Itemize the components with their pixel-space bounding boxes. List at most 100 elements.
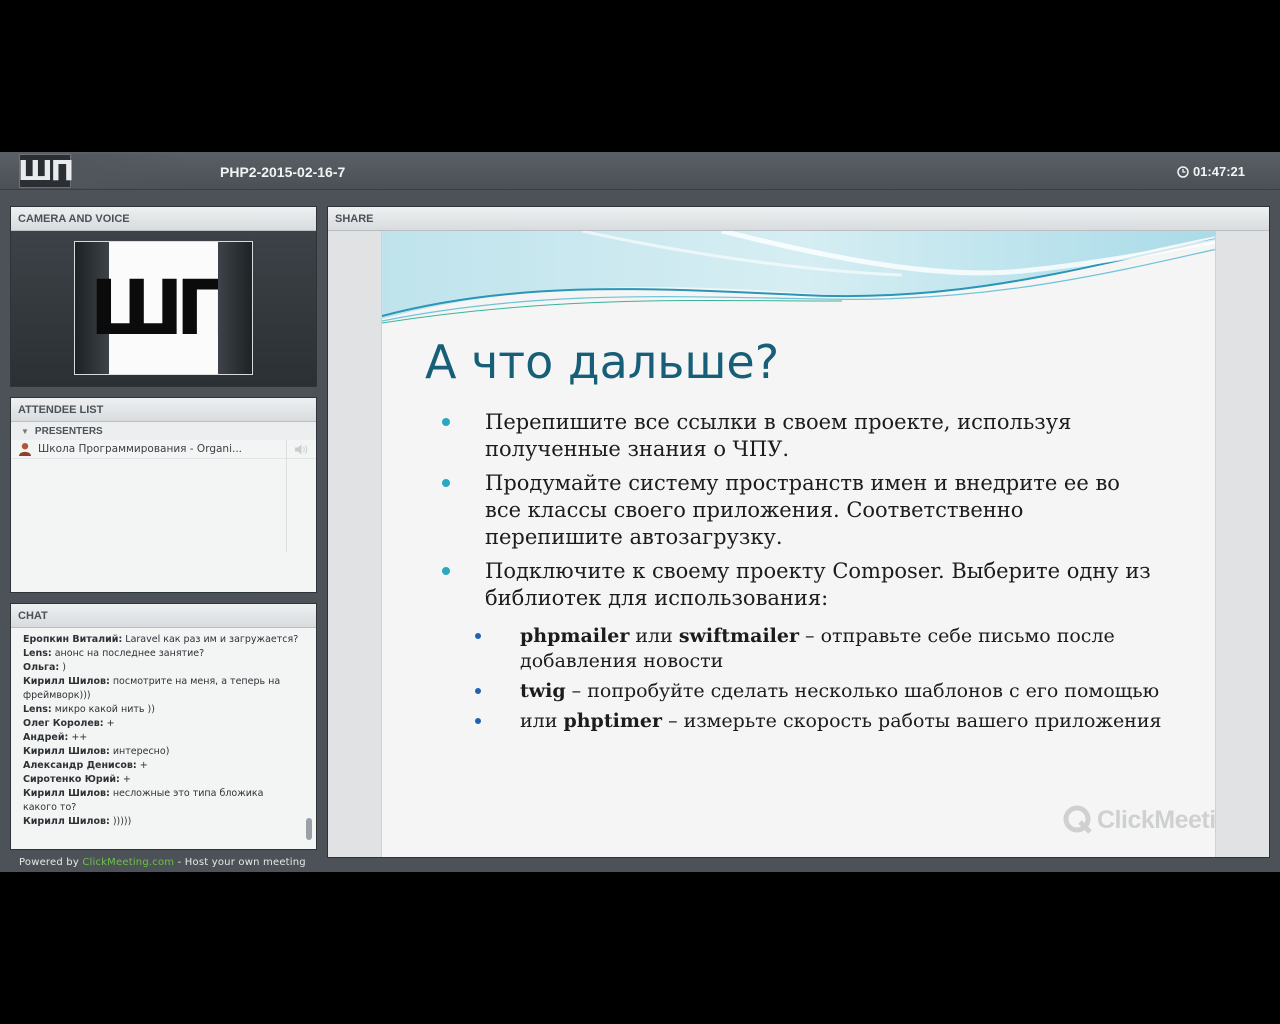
chat-author: Lens: (23, 704, 52, 715)
slide-sub-bullet: phpmailer или swiftmailer – отправьте се… (475, 624, 1195, 674)
bullet-dot-icon (442, 479, 450, 487)
presenter-video[interactable]: ШП (74, 241, 253, 375)
bullet-dot-icon (442, 418, 450, 426)
chat-text: ) (59, 662, 66, 673)
video-frame: ШП (90, 242, 239, 374)
chat-author: Еропкин Виталий: (23, 634, 123, 645)
chat-text: микро какой нить )) (51, 704, 155, 715)
attendee-panel-title: ATTENDEE LIST (11, 398, 316, 422)
slide-bullet: Продумайте систему пространств имен и вн… (442, 470, 1162, 551)
sub-bullet-connector: или (520, 710, 564, 732)
chat-text: + (103, 718, 115, 729)
attendee-panel: ATTENDEE LIST ▼ PRESENTERS Школа Програм… (10, 397, 317, 593)
presenters-group[interactable]: ▼ PRESENTERS (11, 422, 316, 440)
slide-sub-bullet: twig – попробуйте сделать несколько шабл… (475, 679, 1195, 704)
chat-author: Кирилл Шилов: (23, 746, 110, 757)
chat-scrollbar[interactable] (306, 818, 312, 840)
chat-message: Кирилл Шилов: несложные это типа бложика… (23, 787, 308, 815)
chat-message: Кирилл Шилов: интересно) (23, 745, 308, 759)
user-icon (19, 443, 31, 456)
chat-message: Сиротенко Юрий: + (23, 773, 308, 787)
chat-text: интересно) (109, 746, 170, 757)
chat-author: Кирилл Шилов: (23, 676, 110, 687)
slide-bullet: Перепишите все ссылки в своем проекте, и… (442, 409, 1162, 463)
top-bar: ШП PHP2-2015-02-16-7 01:47:21 (0, 152, 1280, 190)
chat-panel: CHAT Еропкин Виталий: Laravel как раз им… (10, 603, 317, 850)
chat-author: Ольга: (23, 662, 60, 673)
timer-value: 01:47:21 (1192, 164, 1245, 179)
clock-icon (1177, 165, 1189, 178)
chat-messages: Еропкин Виталий: Laravel как раз им и за… (11, 628, 316, 849)
webinar-app: ШП PHP2-2015-02-16-7 01:47:21 CAMERA AND… (0, 152, 1280, 872)
slide-heading: А что дальше? (425, 335, 780, 389)
slide-sub-bullet: или phptimer – измерьте скорость работы … (475, 709, 1195, 734)
chat-message: Еропкин Виталий: Laravel как раз им и за… (23, 633, 308, 647)
chat-message: Lens: микро какой нить )) (23, 703, 308, 717)
chat-message: Александр Денисов: + (23, 759, 308, 773)
chat-author: Lens: (23, 648, 52, 659)
slide-bullet-list: Перепишите все ссылки в своем проекте, и… (442, 409, 1162, 619)
video-logo: ШП (89, 263, 239, 352)
library-name: swiftmailer (678, 625, 799, 647)
clickmeeting-logo-icon (1063, 805, 1092, 834)
logo-text: ШП (17, 154, 74, 187)
chat-author: Александр Денисов: (23, 760, 137, 771)
slide-bullet: Подключите к своему проекту Composer. Вы… (442, 558, 1162, 612)
speaker-icon[interactable] (294, 444, 310, 455)
sub-bullet-dot-icon (475, 718, 481, 724)
chat-author: Олег Королев: (23, 718, 104, 729)
chat-text: ++ (68, 732, 88, 743)
footer-prefix: Powered by (19, 857, 83, 868)
watermark-text: ClickMeeting (1097, 805, 1216, 834)
video-side-right (218, 242, 252, 374)
chat-message: Lens: анонс на последнее занятие? (23, 647, 308, 661)
meeting-title: PHP2-2015-02-16-7 (220, 164, 346, 180)
camera-panel-title: CAMERA AND VOICE (11, 207, 316, 231)
collapse-triangle-icon: ▼ (21, 426, 29, 436)
share-stage: А что дальше? Перепишите все ссылки в св… (328, 231, 1269, 857)
chat-text: анонс на последнее занятие? (51, 648, 205, 659)
library-name: phpmailer (520, 625, 630, 647)
chat-panel-title: CHAT (11, 604, 316, 628)
chat-author: Кирилл Шилов: (23, 816, 110, 827)
chat-author: Андрей: (23, 732, 69, 743)
attendee-name: Школа Программирования - Organi... (38, 443, 243, 455)
chat-text: Laravel как раз им и загружается? (122, 634, 299, 645)
chat-message: Кирилл Шилов: посмотрите на меня, а тепе… (23, 675, 308, 703)
presentation-slide: А что дальше? Перепишите все ссылки в св… (381, 231, 1216, 857)
library-name: twig (520, 680, 566, 702)
slide-sub-bullet-list: phpmailer или swiftmailer – отправьте се… (475, 624, 1195, 739)
sub-bullet-dot-icon (475, 633, 481, 639)
clickmeeting-watermark: ClickMeeting (1062, 804, 1216, 836)
school-logo: ШП (17, 154, 74, 188)
share-panel: SHARE А что дальше? Перепишите все ссылк… (327, 206, 1270, 858)
chat-text: + (136, 760, 148, 771)
chat-message: Ольга: ) (23, 661, 308, 675)
camera-panel: CAMERA AND VOICE ШП (10, 206, 317, 387)
sub-bullet-text: – попробуйте сделать несколько шаблонов … (565, 680, 1160, 702)
footer-suffix: - Host your own meeting (174, 857, 306, 868)
share-panel-title: SHARE (328, 207, 1269, 231)
bullet-text: Перепишите все ссылки в своем проекте, и… (485, 410, 1072, 461)
logo-fade (72, 154, 192, 188)
presenters-label: PRESENTERS (34, 425, 103, 437)
attendee-row[interactable]: Школа Программирования - Organi... (11, 440, 316, 459)
meeting-timer: 01:47:21 (1177, 164, 1245, 179)
sub-bullet-connector: или (629, 625, 679, 647)
chat-author: Сиротенко Юрий: (23, 774, 120, 785)
chat-text: ))))) (109, 816, 132, 827)
bullet-text: Продумайте систему пространств имен и вн… (485, 471, 1120, 549)
camera-area: ШП (11, 231, 316, 386)
clickmeeting-link[interactable]: ClickMeeting.com (82, 857, 174, 868)
powered-by-footer: Powered by ClickMeeting.com - Host your … (19, 857, 306, 868)
chat-author: Кирилл Шилов: (23, 788, 110, 799)
bullet-dot-icon (442, 567, 450, 575)
library-name: phptimer (563, 710, 663, 732)
chat-message: Андрей: ++ (23, 731, 308, 745)
chat-message: Кирилл Шилов: ))))) (23, 815, 308, 829)
chat-message: Олег Королев: + (23, 717, 308, 731)
sub-bullet-dot-icon (475, 688, 481, 694)
chat-text: + (119, 774, 131, 785)
bullet-text: Подключите к своему проекту Composer. Вы… (485, 559, 1151, 610)
attendee-scrollbar[interactable] (286, 440, 287, 552)
